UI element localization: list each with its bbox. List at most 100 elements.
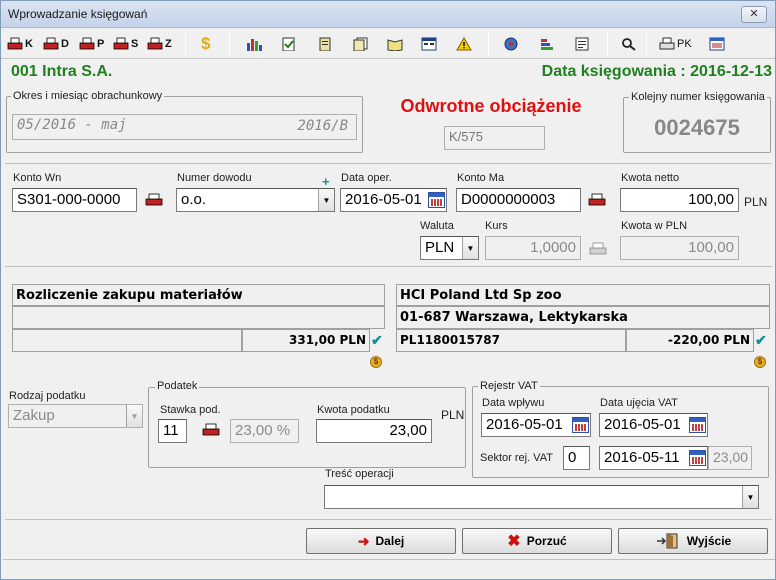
calendar-icon[interactable]: [572, 417, 589, 433]
toolbar-k-label: K: [25, 38, 33, 50]
toolbar-s-button[interactable]: S: [113, 33, 138, 55]
porzuc-button[interactable]: ✖ Porzuć: [462, 528, 612, 554]
search-icon[interactable]: [621, 33, 639, 55]
toolbar-k-button[interactable]: K: [7, 33, 33, 55]
arrow-right-icon: ➜: [357, 532, 370, 549]
sektor-amount-field: 23,00: [708, 446, 752, 470]
right-account-amount: -220,00 PLN: [626, 329, 754, 352]
chevron-down-icon[interactable]: ▼: [462, 237, 478, 259]
kurs-label: Kurs: [485, 220, 508, 232]
toolbar-z-button[interactable]: Z: [147, 33, 172, 55]
kwota-netto-currency: PLN: [744, 195, 768, 209]
rodzaj-podatku-value: Zakup: [13, 407, 55, 424]
chevron-down-icon[interactable]: ▼: [742, 486, 758, 508]
kwota-podatku-input[interactable]: 23,00: [316, 419, 432, 443]
tresc-select[interactable]: ▼: [324, 485, 759, 509]
printer-icon: [113, 37, 129, 50]
left-account-name: Rozliczenie zakupu materiałów: [12, 284, 385, 306]
stawka-input[interactable]: 11: [158, 419, 187, 443]
entry-no-label: Kolejny numer księgowania: [629, 91, 767, 103]
coin-icon[interactable]: $: [370, 356, 382, 368]
add-icon[interactable]: +: [322, 174, 330, 189]
sektor-input[interactable]: 0: [563, 446, 590, 470]
doc-code-field: K/575: [444, 126, 545, 150]
documents-icon[interactable]: [353, 33, 371, 55]
konto-wn-input[interactable]: S301-000-0000: [12, 188, 137, 212]
printer-icon: [79, 37, 95, 50]
exit-door-icon: [656, 533, 678, 549]
chevron-down-icon[interactable]: ▼: [318, 189, 334, 211]
stawka-printer-icon[interactable]: [202, 422, 220, 438]
calendar-icon[interactable]: [709, 33, 727, 55]
konto-ma-input[interactable]: D0000000003: [456, 188, 581, 212]
printer-icon: [7, 37, 23, 50]
close-button[interactable]: ✕: [741, 6, 767, 23]
data-ujecia-label: Data ujęcia VAT: [600, 397, 678, 409]
sektor-date-value: 2016-05-11: [604, 449, 680, 466]
kwota-pln-input: 100,00: [620, 236, 739, 260]
window-title: Wprowadzanie księgowań: [8, 7, 148, 21]
warning-icon[interactable]: [456, 33, 474, 55]
right-account-address: 01-687 Warszawa, Lektykarska: [396, 306, 770, 329]
window: Wprowadzanie księgowań ✕ K D P S Z $ PK …: [0, 0, 776, 580]
data-oper-input[interactable]: 2016-05-01: [340, 188, 447, 212]
waluta-value: PLN: [425, 239, 455, 256]
calendar-icon[interactable]: [689, 417, 706, 433]
check-icon: ✔: [371, 332, 383, 348]
konto-wn-label: Konto Wn: [13, 172, 62, 184]
kurs-printer-icon: [589, 242, 607, 255]
clipboard-icon[interactable]: [317, 33, 335, 55]
numer-dowodu-value: o.o.: [181, 191, 207, 208]
kwota-pln-label: Kwota w PLN: [621, 220, 688, 232]
period-field: 05/2016 - maj 2016/B: [12, 114, 357, 140]
toolbar-pk-button[interactable]: PK: [659, 33, 692, 55]
sektor-date-input[interactable]: 2016-05-11: [599, 446, 708, 470]
period-value: 05/2016 - maj: [17, 117, 127, 133]
title-bar: Wprowadzanie księgowań ✕: [1, 1, 775, 28]
kwota-netto-input[interactable]: 100,00: [620, 188, 739, 212]
wyjscie-button[interactable]: Wyjście: [618, 528, 768, 554]
konto-ma-printer-icon[interactable]: [588, 192, 606, 208]
rodzaj-podatku-label: Rodzaj podatku: [9, 390, 86, 402]
dalej-label: Dalej: [375, 534, 405, 548]
calendar-icon[interactable]: [689, 450, 706, 466]
toolbar-d-label: D: [61, 38, 69, 50]
dalej-button[interactable]: ➜ Dalej: [306, 528, 456, 554]
toolbar-d-button[interactable]: D: [43, 33, 69, 55]
toolbar-pk-label: PK: [677, 38, 692, 50]
period-label: Okres i miesiąc obrachunkowy: [11, 90, 165, 102]
dollar-icon[interactable]: $: [201, 33, 210, 55]
waluta-label: Waluta: [420, 220, 454, 232]
header: 001 Intra S.A. Data księgowania : 2016-1…: [3, 60, 775, 84]
left-account-line2: [12, 306, 385, 329]
data-ujecia-value: 2016-05-01: [604, 416, 681, 433]
waluta-select[interactable]: PLN ▼: [420, 236, 479, 260]
calendar-icon[interactable]: [428, 192, 445, 208]
chart-icon[interactable]: [246, 33, 264, 55]
data-oper-value: 2016-05-01: [345, 191, 422, 208]
globe-icon[interactable]: [503, 33, 521, 55]
doc-type-title: Odwrotne obciążenie: [400, 96, 582, 116]
left-account-empty-cell: [12, 329, 242, 352]
document-check-icon[interactable]: [281, 33, 299, 55]
company-name: 001 Intra S.A.: [11, 63, 113, 80]
coin-icon[interactable]: $: [754, 356, 766, 368]
kurs-input: 1,0000: [485, 236, 581, 260]
data-ujecia-input[interactable]: 2016-05-01: [599, 413, 708, 437]
podatek-group-label: Podatek: [155, 380, 200, 392]
konto-wn-printer-icon[interactable]: [145, 192, 163, 208]
stawka-label: Stawka pod.: [160, 404, 221, 416]
toolbar-s-label: S: [131, 38, 139, 50]
data-wplywu-input[interactable]: 2016-05-01: [481, 413, 591, 437]
kwota-podatku-currency: PLN: [441, 408, 465, 422]
print-preview-icon[interactable]: [574, 33, 592, 55]
table-icon[interactable]: [421, 33, 439, 55]
toolbar-p-button[interactable]: P: [79, 33, 104, 55]
konto-ma-label: Konto Ma: [457, 172, 505, 184]
printer-icon: [147, 37, 163, 50]
kwota-netto-label: Kwota netto: [621, 172, 680, 184]
numer-dowodu-select[interactable]: o.o. ▼: [176, 188, 335, 212]
sort-icon[interactable]: [539, 33, 557, 55]
book-icon[interactable]: [387, 33, 405, 55]
data-oper-label: Data oper.: [341, 172, 392, 184]
